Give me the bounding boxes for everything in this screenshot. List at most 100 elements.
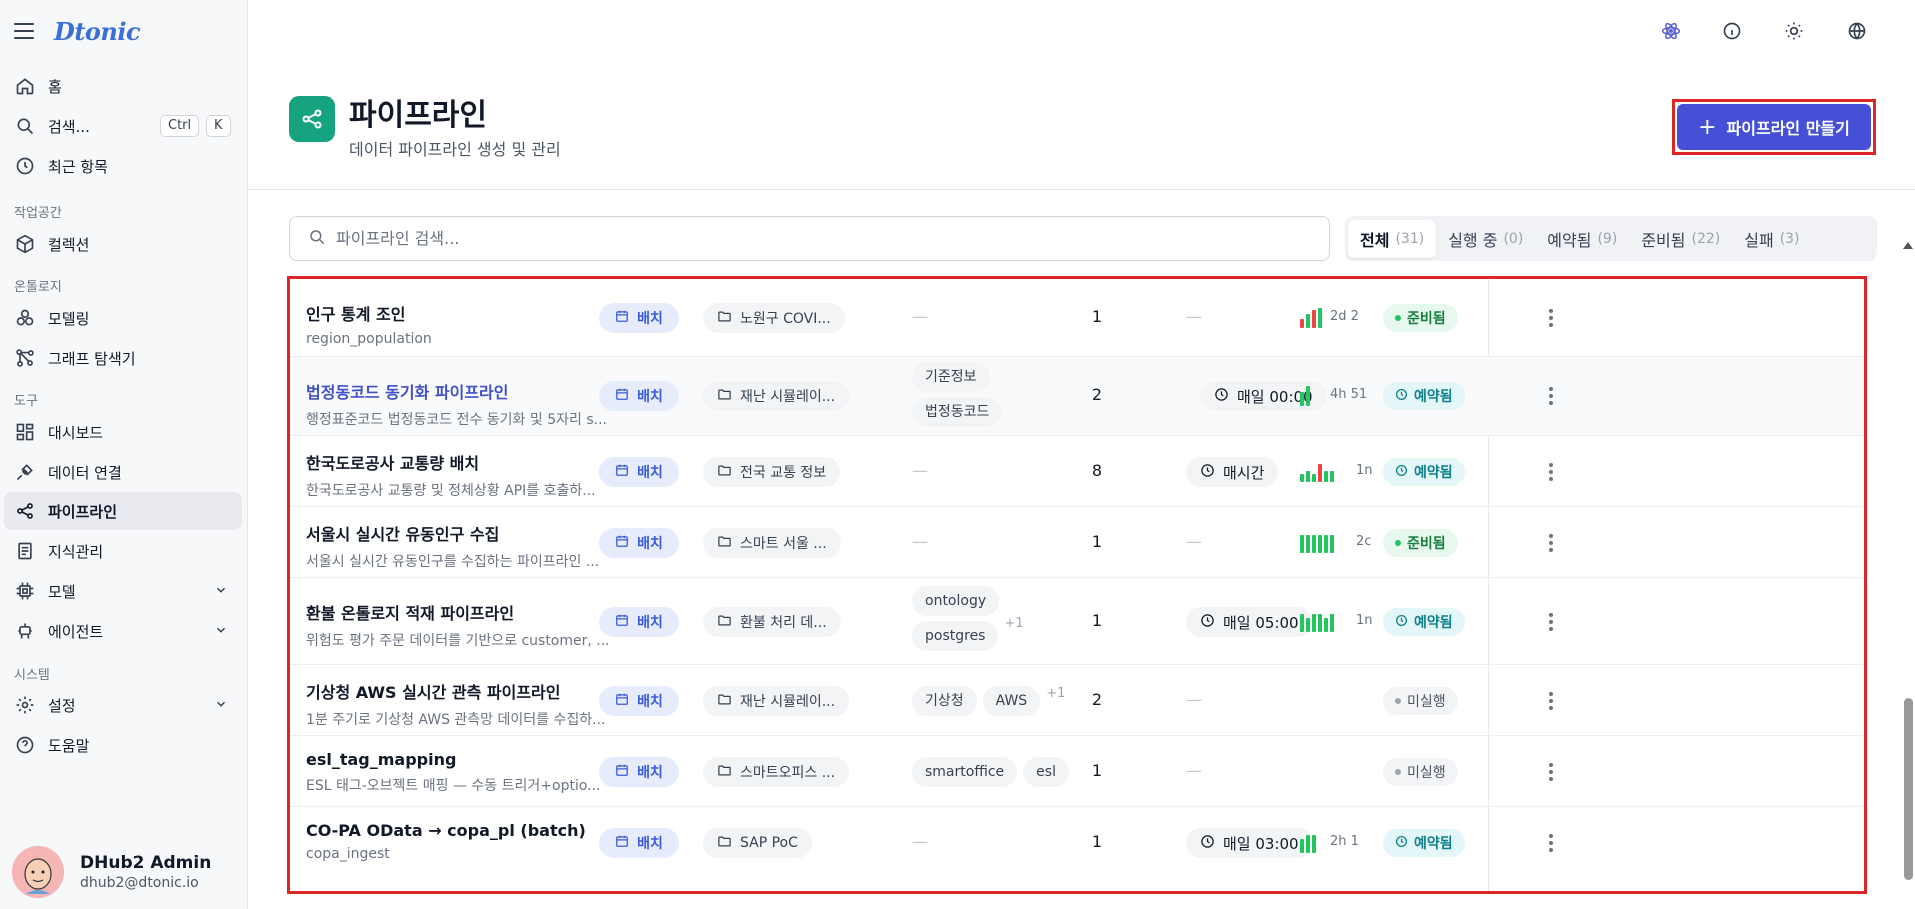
- table-row[interactable]: 한국도로공사 교통량 배치한국도로공사 교통량 및 정체상황 API를 호출하.…: [290, 436, 1864, 507]
- help-icon: [14, 734, 36, 756]
- sidebar-item-label: 대시보드: [48, 423, 104, 442]
- table-row[interactable]: 법정동코드 동기화 파이프라인 행정표준코드 법정동코드 전수 동기화 및 5자리…: [290, 357, 1864, 436]
- more-icon[interactable]: [1541, 384, 1561, 408]
- sidebar-item-collection[interactable]: 컬렉션: [4, 225, 242, 263]
- sidebar-item-model[interactable]: 모델: [4, 572, 242, 610]
- tab-scheduled[interactable]: 예약됨 (9): [1535, 220, 1629, 258]
- page-header: 파이프라인 데이터 파이프라인 생성 및 관리 + 파이프라인 만들기: [248, 62, 1915, 190]
- search-input[interactable]: [336, 229, 1236, 248]
- folder-label: 재난 시뮬레이...: [740, 694, 836, 710]
- last-duration: 1n: [1356, 613, 1373, 628]
- more-icon[interactable]: [1541, 610, 1561, 634]
- menu-icon[interactable]: [14, 23, 34, 39]
- scrollbar[interactable]: [1902, 234, 1915, 909]
- sidebar-item-modeling[interactable]: 모델링: [4, 299, 242, 337]
- avatar: [12, 846, 64, 898]
- more-icon[interactable]: [1541, 689, 1561, 713]
- pipeline-desc: region_population: [306, 331, 432, 347]
- sidebar-item-dashboard[interactable]: 대시보드: [4, 413, 242, 451]
- pipeline-name[interactable]: 환불 온톨로지 적재 파이프라인: [306, 600, 610, 624]
- app-logo[interactable]: Dtonic: [54, 17, 141, 46]
- pipeline-name[interactable]: 한국도로공사 교통량 배치: [306, 450, 596, 474]
- sun-icon[interactable]: [1782, 19, 1806, 43]
- globe-icon[interactable]: [1845, 19, 1869, 43]
- sidebar-item-home[interactable]: 홈: [4, 67, 242, 105]
- tab-ready[interactable]: 준비됨 (22): [1629, 220, 1732, 258]
- scroll-up-arrow-icon[interactable]: [1903, 242, 1913, 249]
- run-history-bars: [1300, 462, 1334, 482]
- pipeline-desc: 한국도로공사 교통량 및 정체상황 API를 호출하...: [306, 483, 596, 499]
- folder-badge[interactable]: 환불 처리 데...: [703, 607, 841, 637]
- sidebar-item-settings[interactable]: 설정: [4, 686, 242, 724]
- scroll-thumb[interactable]: [1904, 698, 1913, 880]
- tags-cell: smartoffice esl: [912, 757, 1092, 787]
- create-pipeline-button[interactable]: + 파이프라인 만들기: [1677, 104, 1871, 150]
- more-icon[interactable]: [1541, 306, 1561, 330]
- folder-badge[interactable]: SAP PoC: [703, 828, 812, 858]
- sidebar-item-search[interactable]: 검색... Ctrl K: [4, 107, 242, 145]
- folder-badge[interactable]: 노원구 COVI...: [703, 303, 845, 333]
- tags-cell: 기상청 AWS +1: [912, 686, 1092, 716]
- pipeline-name[interactable]: 법정동코드 동기화 파이프라인: [306, 379, 607, 403]
- table-row[interactable]: 서울시 실시간 유동인구 수집 서울시 실시간 유동인구를 수집하는 파이프라인 …: [290, 507, 1864, 578]
- sidebar-item-knowledge[interactable]: 지식관리: [4, 532, 242, 570]
- clock-icon: [1395, 614, 1408, 631]
- folder-icon: [717, 763, 732, 782]
- table-row[interactable]: esl_tag_mapping ESL 태그-오브젝트 매핑 — 수동 트리거+o…: [290, 736, 1864, 807]
- chevron-down-icon[interactable]: [214, 697, 228, 715]
- tab-running[interactable]: 실행 중 (0): [1436, 220, 1535, 258]
- status-label: 준비됨: [1407, 311, 1446, 327]
- sidebar-item-graph-explorer[interactable]: 그래프 탐색기: [4, 339, 242, 377]
- folder-badge[interactable]: 스마트오피스 ...: [703, 757, 850, 787]
- main-content: 파이프라인 데이터 파이프라인 생성 및 관리 + 파이프라인 만들기 전체 (3…: [248, 62, 1915, 909]
- more-icon[interactable]: [1541, 460, 1561, 484]
- pipeline-name[interactable]: 기상청 AWS 실시간 관측 파이프라인: [306, 679, 605, 703]
- sidebar-item-pipeline[interactable]: 파이프라인: [4, 492, 242, 530]
- sidebar-item-help[interactable]: 도움말: [4, 726, 242, 764]
- tab-all[interactable]: 전체 (31): [1348, 219, 1437, 258]
- table-row[interactable]: CO-PA OData → copa_pl (batch) copa_ingest…: [290, 807, 1864, 891]
- tag: AWS: [982, 686, 1041, 716]
- tag: 기상청: [912, 686, 977, 716]
- section-tools: 도구: [14, 394, 38, 409]
- more-icon[interactable]: [1541, 760, 1561, 784]
- chevron-down-icon[interactable]: [214, 623, 228, 641]
- sidebar-item-agent[interactable]: 에이전트: [4, 612, 242, 650]
- user-profile[interactable]: DHub2 Admin dhub2@dtonic.io: [12, 846, 211, 898]
- search-field[interactable]: [289, 216, 1330, 261]
- folder-icon: [717, 834, 732, 853]
- info-icon[interactable]: [1720, 19, 1744, 43]
- plug-icon: [14, 461, 36, 483]
- last-duration: 2d 2: [1330, 309, 1359, 324]
- table-row[interactable]: 환불 온톨로지 적재 파이프라인 위험도 평가 주문 데이터를 기반으로 cust…: [290, 578, 1864, 665]
- run-history-bars: [1300, 833, 1316, 853]
- gear-icon: [14, 694, 36, 716]
- calendar-icon: [615, 692, 629, 710]
- folder-badge[interactable]: 전국 교통 정보: [703, 457, 841, 487]
- folder-badge[interactable]: 재난 시뮬레이...: [703, 381, 850, 411]
- more-icon[interactable]: [1541, 831, 1561, 855]
- pipeline-name[interactable]: CO-PA OData → copa_pl (batch): [306, 821, 586, 840]
- status-dot: [1395, 698, 1401, 704]
- table-row[interactable]: 기상청 AWS 실시간 관측 파이프라인 1분 주기로 기상청 AWS 관측망 데…: [290, 665, 1864, 736]
- pipeline-name[interactable]: 인구 통계 조인: [306, 301, 432, 325]
- pipeline-name[interactable]: 서울시 실시간 유동인구 수집: [306, 521, 599, 545]
- sidebar-item-label: 홈: [48, 77, 62, 96]
- folder-badge[interactable]: 스마트 서울 ...: [703, 528, 841, 558]
- table-row[interactable]: 인구 통계 조인 region_population 배치 노원구 COVI...…: [290, 279, 1864, 357]
- more-icon[interactable]: [1541, 531, 1561, 555]
- chevron-down-icon[interactable]: [214, 583, 228, 601]
- folder-badge[interactable]: 재난 시뮬레이...: [703, 686, 850, 716]
- user-name: DHub2 Admin: [80, 853, 212, 873]
- sidebar-item-recent[interactable]: 최근 항목: [4, 147, 242, 185]
- sidebar-item-data-connection[interactable]: 데이터 연결: [4, 453, 242, 491]
- atom-icon[interactable]: [1659, 19, 1683, 43]
- document-icon: [14, 540, 36, 562]
- tab-failed[interactable]: 실패 (3): [1732, 220, 1811, 258]
- pipeline-name[interactable]: esl_tag_mapping: [306, 750, 601, 769]
- tab-label: 실행 중: [1448, 230, 1498, 250]
- clock-icon: [1395, 388, 1408, 405]
- tags-cell: 기준정보 법정동코드: [912, 362, 1032, 427]
- tag: smartoffice: [912, 757, 1018, 787]
- run-history-bars: [1300, 612, 1334, 632]
